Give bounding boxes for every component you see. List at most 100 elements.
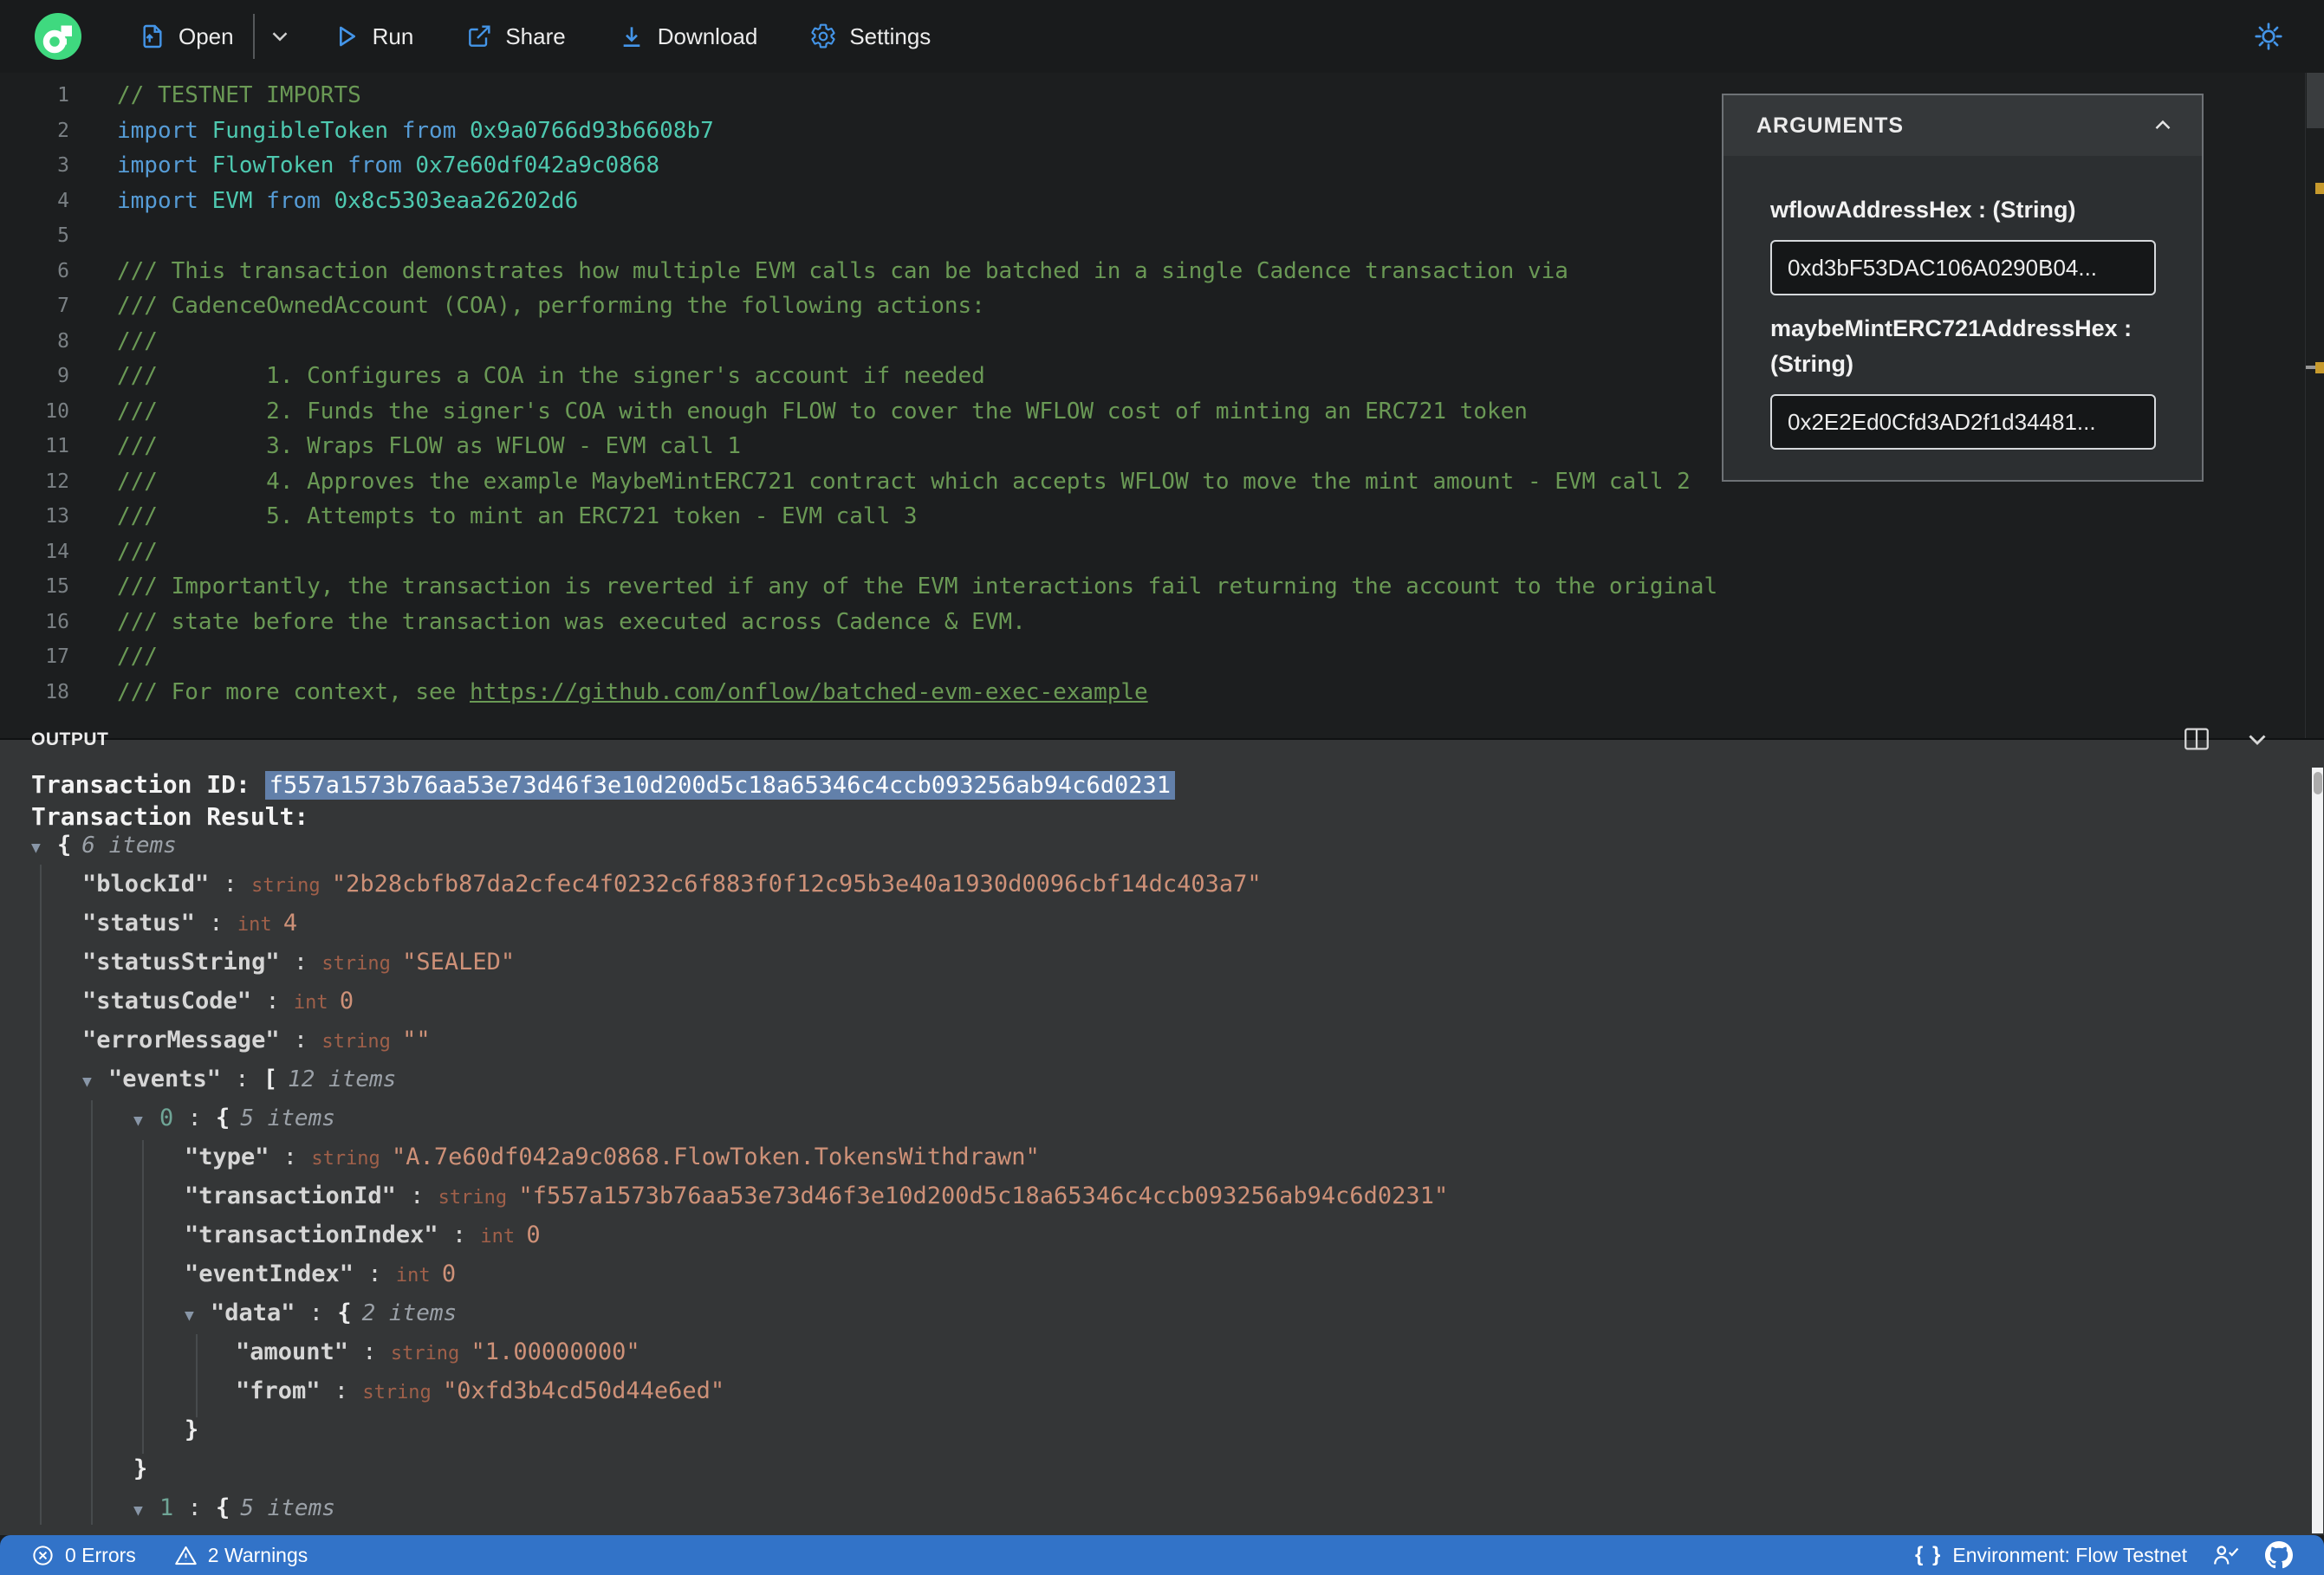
result-tree: ▼{6 items "blockId" : string "2b28cbfb87d…	[0, 826, 2288, 1527]
download-button[interactable]: Download	[618, 23, 757, 50]
arguments-header[interactable]: ARGUMENTS	[1724, 95, 2202, 156]
tree-ky: "statusCode"	[82, 988, 252, 1014]
line-number: 11	[45, 435, 69, 457]
tree-va: ""	[402, 1027, 431, 1053]
argument-label-1: maybeMintERC721AddressHex : (String)	[1770, 315, 2132, 377]
code-line-16[interactable]: 16 /// state before the transaction was e…	[0, 605, 2305, 640]
tree-row-7: ▼ 0 : {5 items	[0, 1099, 2288, 1138]
code-token: import	[117, 187, 212, 214]
code-token: /// 2. Funds the signer's COA with enoug…	[117, 398, 1528, 425]
argument-input-0[interactable]	[1770, 240, 2156, 295]
code-line-17[interactable]: 17 ///	[0, 639, 2305, 675]
environment-status[interactable]: { } Environment: Flow Testnet	[1915, 1543, 2187, 1567]
tree-row-6: ▼ "events" : [12 items	[0, 1060, 2288, 1099]
code-token: /// 3. Wraps FLOW as WFLOW - EVM call 1	[117, 433, 742, 459]
github-icon[interactable]	[2265, 1541, 2293, 1569]
tree-row-14: "from" : string "0xfd3b4cd50d44e6ed"	[0, 1371, 2288, 1410]
tree-ky: "errorMessage"	[82, 1027, 280, 1053]
code-text: /// 4. Approves the example MaybeMintERC…	[117, 464, 1691, 500]
code-token: 0x8c5303eaa26202d6	[334, 187, 579, 214]
code-token: /// CadenceOwnedAccount (COA), performin…	[117, 293, 985, 319]
output-scrollbar-thumb[interactable]	[2313, 772, 2322, 794]
run-label: Run	[372, 23, 414, 49]
tree-ky: "type"	[185, 1144, 269, 1170]
expand-arrow-icon[interactable]: ▼	[133, 1101, 159, 1140]
code-token: import	[117, 152, 212, 178]
indent-guide	[91, 1100, 93, 1525]
output-title: OUTPUT	[31, 729, 109, 749]
flow-logo[interactable]	[35, 13, 81, 60]
transaction-summary: Transaction ID: f557a1573b76aa53e73d46f3…	[31, 769, 1176, 833]
code-token: /// This transaction demonstrates how mu…	[117, 257, 1568, 284]
errors-status[interactable]: 0 Errors	[31, 1544, 136, 1567]
tree-co: :	[348, 1338, 391, 1365]
status-bar: 0 Errors 2 Warnings { } Environment: Flo…	[0, 1535, 2324, 1575]
code-text: /// For more context, see https://github…	[117, 675, 1148, 710]
line-number: 6	[57, 259, 69, 282]
settings-button[interactable]: Settings	[809, 23, 931, 50]
line-number: 9	[57, 365, 69, 387]
editor-overview-ruler[interactable]	[2305, 73, 2324, 738]
code-text: ///	[117, 639, 158, 675]
tree-ty: string	[321, 953, 403, 975]
open-button[interactable]: Open	[139, 23, 234, 50]
open-dropdown-button[interactable]	[267, 23, 293, 49]
warnings-status[interactable]: 2 Warnings	[174, 1544, 308, 1567]
theme-toggle-button[interactable]	[2253, 21, 2284, 52]
code-line-13[interactable]: 13 /// 5. Attempts to mint an ERC721 toke…	[0, 499, 2305, 535]
tree-ty: string	[390, 1343, 471, 1364]
tree-ky: "data"	[211, 1300, 295, 1326]
chevron-up-icon[interactable]	[2150, 113, 2176, 139]
line-number: 18	[45, 680, 69, 703]
code-line-14[interactable]: 14 ///	[0, 535, 2305, 570]
share-button[interactable]: Share	[465, 23, 566, 50]
expand-arrow-icon[interactable]: ▼	[82, 1062, 108, 1101]
expand-arrow-icon[interactable]: ▼	[185, 1296, 211, 1335]
expand-arrow-icon[interactable]: ▼	[31, 828, 57, 867]
tree-br: {	[216, 1494, 230, 1521]
tree-ky: "amount"	[236, 1338, 349, 1365]
code-line-18[interactable]: 18 /// For more context, see https://gith…	[0, 675, 2305, 710]
accessibility-person-icon[interactable]	[2213, 1544, 2239, 1566]
warning-mark	[2315, 183, 2324, 194]
line-number: 8	[57, 329, 69, 353]
tree-co: :	[320, 1377, 363, 1404]
line-number: 2	[57, 119, 69, 142]
expand-arrow-icon[interactable]: ▼	[133, 1491, 159, 1530]
tree-co: :	[221, 1066, 263, 1092]
code-text: import FungibleToken from 0x9a0766d93b66…	[117, 113, 714, 149]
tree-ix: 0	[159, 1105, 174, 1131]
indent-guide	[142, 1140, 144, 1454]
transaction-id-value[interactable]: f557a1573b76aa53e73d46f3e10d200d5c18a653…	[264, 771, 1176, 800]
warning-icon	[175, 1546, 197, 1565]
transaction-id-label: Transaction ID:	[31, 770, 265, 799]
toolbar: Open Run Share Download Settings	[0, 0, 2324, 73]
code-text: /// This transaction demonstrates how mu…	[117, 254, 1568, 289]
code-text: // TESTNET IMPORTS	[117, 78, 361, 113]
download-icon	[623, 27, 640, 47]
split-editor-icon[interactable]	[2182, 724, 2211, 754]
run-button[interactable]: Run	[333, 23, 414, 50]
warning-mark	[2315, 362, 2324, 373]
tree-ky: "statusString"	[82, 949, 280, 975]
line-number: 12	[45, 470, 69, 493]
code-token: ///	[117, 538, 158, 565]
line-number: 5	[57, 224, 69, 247]
collapse-output-chevron-icon[interactable]	[2243, 724, 2272, 754]
code-token: from	[388, 117, 470, 144]
code-link[interactable]: https://github.com/onflow/batched-evm-ex…	[470, 679, 1148, 705]
tree-row-10: "transactionIndex" : int 0	[0, 1215, 2288, 1254]
line-number: 15	[45, 575, 69, 598]
code-token: ///	[117, 327, 158, 354]
line-number: 13	[45, 505, 69, 528]
code-token: import	[117, 117, 212, 144]
errors-count: 0 Errors	[65, 1543, 136, 1566]
code-token: 0x7e60df042a9c0868	[415, 152, 660, 178]
editor-scrollbar-thumb[interactable]	[2307, 73, 2324, 128]
tree-row-2: "status" : int 4	[0, 904, 2288, 943]
indent-guide	[40, 865, 42, 1525]
tree-ky: "blockId"	[82, 871, 210, 898]
output-scrollbar-track[interactable]	[2312, 768, 2323, 1533]
code-line-15[interactable]: 15 /// Importantly, the transaction is re…	[0, 569, 2305, 605]
argument-input-1[interactable]	[1770, 394, 2156, 450]
